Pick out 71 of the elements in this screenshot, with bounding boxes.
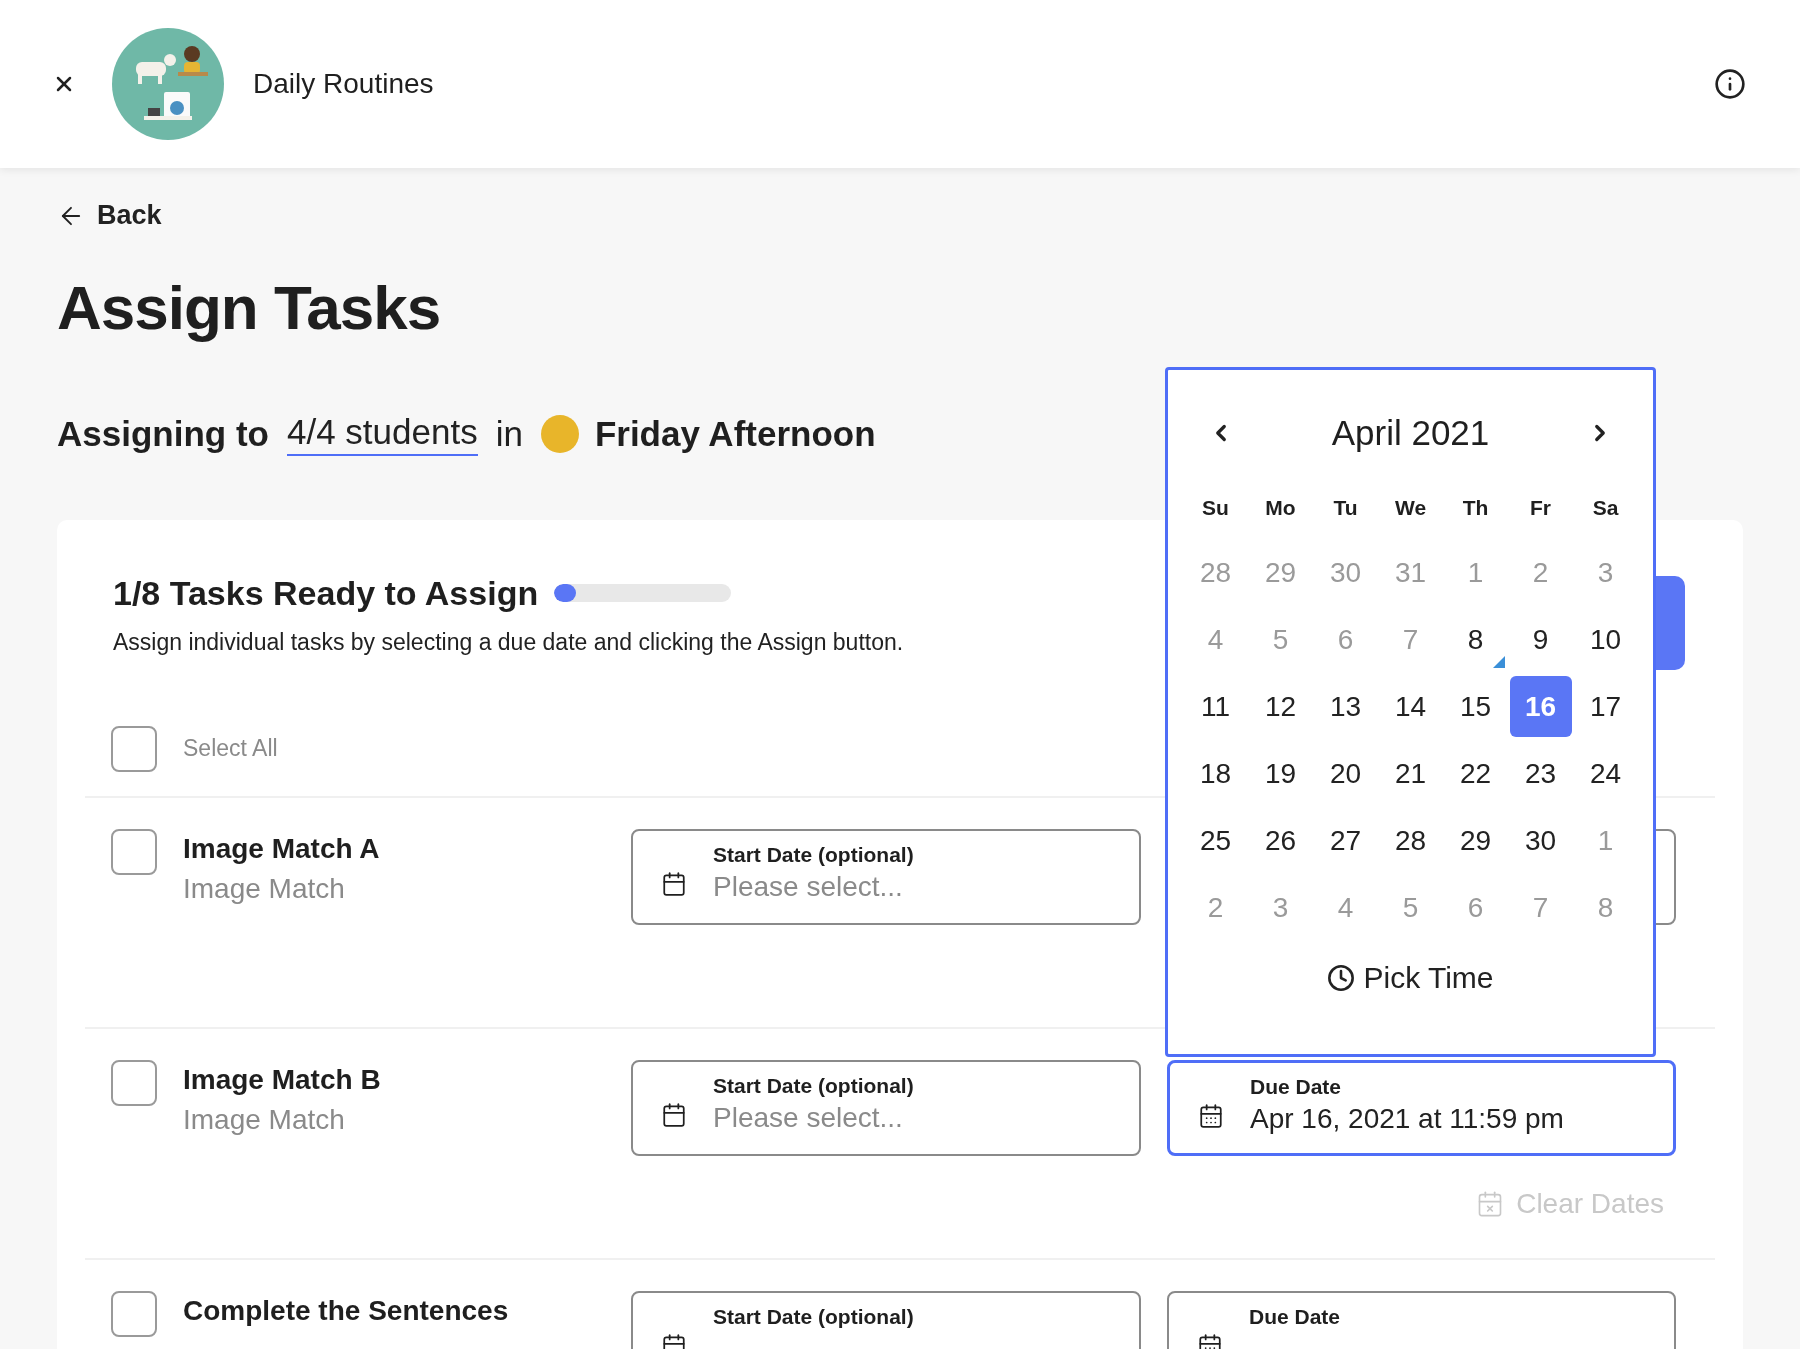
task-checkbox[interactable] bbox=[111, 1059, 157, 1106]
calendar-day[interactable]: 9 bbox=[1509, 609, 1572, 670]
today-marker-icon bbox=[1492, 656, 1505, 668]
calendar-day[interactable]: 24 bbox=[1574, 743, 1637, 804]
calendar-day[interactable]: 29 bbox=[1444, 810, 1507, 871]
weekday-label: Su bbox=[1201, 495, 1230, 521]
students-link[interactable]: 4/4 students bbox=[286, 411, 478, 456]
calendar-day[interactable]: 23 bbox=[1509, 743, 1572, 804]
task-checkbox[interactable] bbox=[111, 828, 157, 875]
class-dot bbox=[540, 414, 579, 453]
field-label: Start Date (optional) bbox=[713, 1073, 914, 1098]
calendar-day[interactable]: 20 bbox=[1314, 743, 1377, 804]
calendar-day[interactable]: 18 bbox=[1184, 743, 1247, 804]
field-label: Due Date bbox=[1250, 1074, 1343, 1099]
weekday-label: Mo bbox=[1264, 495, 1297, 521]
month-title: April 2021 bbox=[1331, 413, 1490, 453]
calendar-day[interactable]: 22 bbox=[1444, 743, 1507, 804]
info-button[interactable] bbox=[1714, 68, 1746, 100]
calendar-day[interactable]: 16 bbox=[1509, 676, 1572, 737]
due-date-field[interactable]: Due Date bbox=[1167, 1290, 1676, 1349]
calendar-day[interactable]: 17 bbox=[1574, 676, 1637, 737]
select-all-label: Select All bbox=[183, 735, 278, 762]
field-label: Due Date bbox=[1249, 1304, 1341, 1329]
field-label: Start Date (optional) bbox=[713, 1304, 914, 1329]
assigning-label: Assigning to bbox=[57, 413, 269, 454]
card-title: 1/8 Tasks Ready to Assign bbox=[113, 573, 539, 613]
task-checkbox[interactable] bbox=[111, 1290, 157, 1337]
select-all-checkbox[interactable] bbox=[111, 725, 157, 772]
task-title: Image Match A bbox=[183, 832, 381, 865]
task-title: Image Match B bbox=[183, 1063, 382, 1096]
start-date-field[interactable]: Start Date (optional) Please select... bbox=[631, 1059, 1141, 1156]
start-date-field[interactable]: Start Date (optional) bbox=[631, 1290, 1141, 1349]
class-name: Friday Afternoon bbox=[594, 413, 876, 454]
calendar-day[interactable]: 14 bbox=[1379, 676, 1442, 737]
card-description: Assign individual tasks by selecting a due date and clicking the Assign button. bbox=[113, 628, 904, 656]
calendar-day[interactable]: 11 bbox=[1184, 676, 1247, 737]
start-date-field[interactable]: Start Date (optional) Please select... bbox=[631, 828, 1141, 925]
calendar-icon bbox=[661, 870, 687, 897]
calendar-day[interactable]: 21 bbox=[1379, 743, 1442, 804]
in-label: in bbox=[495, 413, 523, 454]
task-title: Complete the Sentences bbox=[183, 1294, 510, 1327]
calendar-day[interactable]: 12 bbox=[1249, 676, 1312, 737]
field-label: Start Date (optional) bbox=[713, 842, 914, 867]
calendar-day[interactable]: 10 bbox=[1574, 609, 1637, 670]
weekday-label: We bbox=[1393, 495, 1428, 521]
weekday-label: Th bbox=[1461, 495, 1490, 521]
page-title: Assign Tasks bbox=[57, 271, 442, 343]
calendar-day[interactable]: 15 bbox=[1444, 676, 1507, 737]
calendar-day[interactable]: 30 bbox=[1509, 810, 1572, 871]
calendar-day[interactable]: 19 bbox=[1249, 743, 1312, 804]
pick-time-button[interactable]: Pick Time bbox=[1321, 960, 1500, 996]
calendar-day[interactable]: 8 bbox=[1444, 609, 1507, 670]
calendar-day[interactable]: 25 bbox=[1184, 810, 1247, 871]
calendar-icon bbox=[661, 1101, 687, 1128]
calendar-day[interactable]: 13 bbox=[1314, 676, 1377, 737]
calendar-day[interactable]: 26 bbox=[1249, 810, 1312, 871]
calendar-icon bbox=[1198, 1102, 1224, 1129]
task-type: Image Match bbox=[183, 1103, 346, 1136]
due-date-field[interactable]: Due Date Apr 16, 2021 at 11:59 pm bbox=[1167, 1059, 1676, 1156]
clock-icon bbox=[1327, 964, 1356, 992]
weekday-label: Fr bbox=[1529, 495, 1552, 521]
field-placeholder: Please select... bbox=[713, 870, 904, 903]
calendar-day[interactable]: 27 bbox=[1314, 810, 1377, 871]
calendar-day[interactable]: 28 bbox=[1379, 810, 1442, 871]
field-value: Apr 16, 2021 at 11:59 pm bbox=[1250, 1102, 1564, 1135]
field-placeholder: Please select... bbox=[713, 1101, 904, 1134]
weekday-label: Sa bbox=[1591, 495, 1620, 521]
back-link[interactable]: Back bbox=[57, 200, 162, 231]
course-title: Daily Routines bbox=[253, 68, 435, 100]
weekday-label: Tu bbox=[1332, 495, 1359, 521]
task-type: Image Match bbox=[183, 872, 346, 905]
